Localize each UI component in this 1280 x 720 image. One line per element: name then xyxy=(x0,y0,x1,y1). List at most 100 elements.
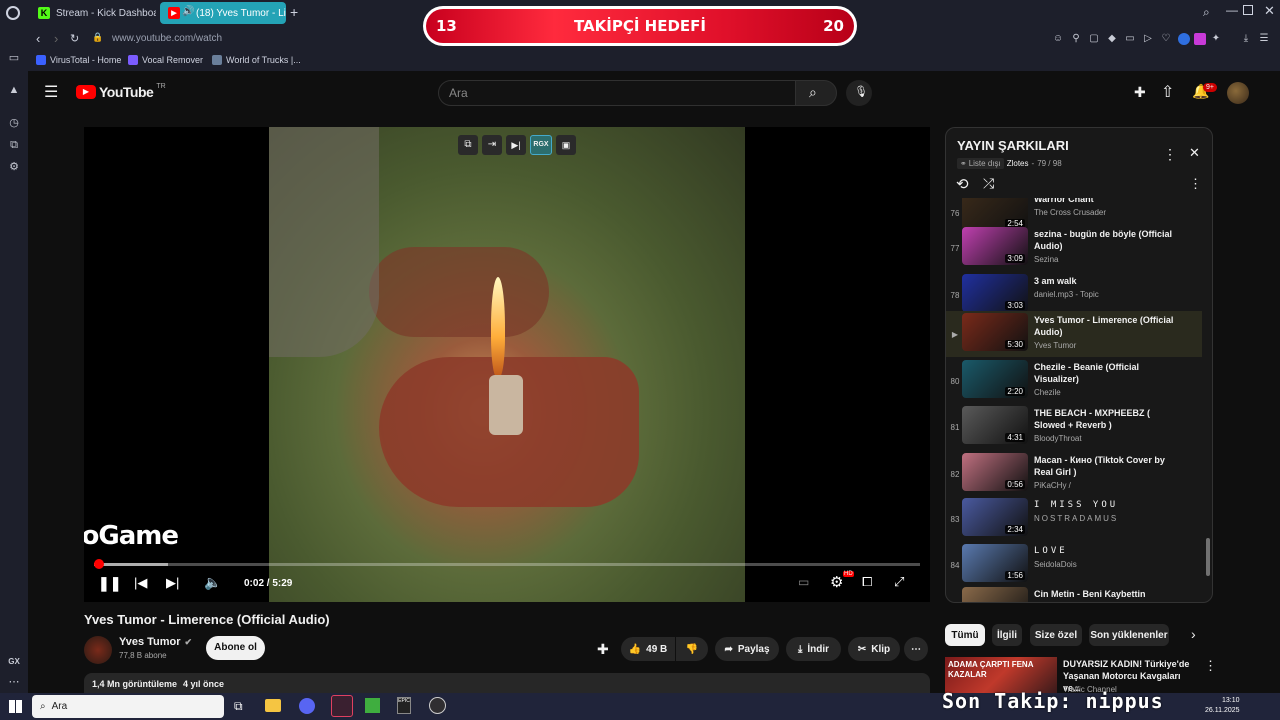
fullscreen-button[interactable]: ⤢ xyxy=(894,574,904,590)
playlist-item-channel[interactable]: Yves Tumor xyxy=(1034,341,1076,350)
playlist-item-channel[interactable]: Sezina xyxy=(1034,255,1058,264)
obs-icon[interactable] xyxy=(429,697,446,714)
chips-next-icon[interactable]: › xyxy=(1191,626,1196,642)
opera-gx-taskbar-icon[interactable] xyxy=(331,695,353,717)
taskbar-search[interactable]: ⌕ Ara xyxy=(32,695,224,718)
dislike-button[interactable]: 👎 xyxy=(676,637,708,661)
play-icon[interactable]: ▷ xyxy=(1142,33,1154,45)
playlist-item[interactable]: ▶ 5:30 Yves Tumor - Limerence (Official Au… xyxy=(946,311,1202,357)
playlist-item-thumbnail[interactable]: 0:56 xyxy=(962,453,1028,491)
camera-icon[interactable]: ▣ xyxy=(556,135,576,155)
recommended-thumbnail[interactable]: ADAMA ÇARPTI FENA KAZALAR xyxy=(945,657,1057,693)
playlist-item-title[interactable]: THE BEACH - MXPHEEBZ ( Slowed + Reverb ) xyxy=(1034,407,1174,431)
speaker-icon[interactable]: 🔊 xyxy=(182,6,194,17)
playlist-item[interactable]: 80 2:20 Chezile - Beanie (Official Visuali… xyxy=(946,358,1202,404)
enter-icon[interactable]: ⇥ xyxy=(482,135,502,155)
playlist-item-thumbnail[interactable]: 5:30 xyxy=(962,313,1028,351)
opera-gx-logo-icon[interactable] xyxy=(6,6,20,20)
settings-button[interactable]: ⚙ xyxy=(830,573,843,591)
playlist-item-title[interactable]: sezina - bugün de böyle (Official Audio) xyxy=(1034,228,1174,252)
playlist-item-title[interactable]: Warrior Chant xyxy=(1034,198,1174,205)
subscribe-button[interactable]: Abone ol xyxy=(206,636,265,660)
volume-button[interactable]: 🔈 xyxy=(204,574,221,591)
download-icon[interactable]: ▭ xyxy=(1124,33,1136,45)
extensions-icon[interactable]: ✦ xyxy=(1210,33,1222,45)
gx-label[interactable]: GX xyxy=(7,655,21,669)
playlist-item-thumbnail[interactable]: 4:31 xyxy=(962,406,1028,444)
playlist-item-thumbnail[interactable]: 3:09 xyxy=(962,227,1028,265)
share-button[interactable]: ➦ Paylaş xyxy=(715,637,779,661)
channel-name[interactable]: Yves Tumor ✔ xyxy=(119,636,192,648)
like-button[interactable]: 👍 49 B xyxy=(621,637,675,661)
bookmark-world-of-trucks[interactable]: World of Trucks |... xyxy=(212,55,301,65)
miniplayer-button[interactable]: ⧠ xyxy=(862,574,872,590)
extension-blue-icon[interactable] xyxy=(1178,33,1190,45)
close-button[interactable]: ✕ xyxy=(1264,3,1275,19)
playlist-item-thumbnail[interactable]: 2:20 xyxy=(962,360,1028,398)
heart-icon[interactable]: ♡ xyxy=(1160,33,1172,45)
recommended-menu-icon[interactable]: ⋮ xyxy=(1204,658,1217,674)
playlist-item[interactable]: 81 4:31 THE BEACH - MXPHEEBZ ( Slowed + Re… xyxy=(946,404,1202,450)
channel-avatar[interactable] xyxy=(84,636,112,664)
gx-control-icon[interactable]: ▲ xyxy=(7,83,21,97)
playlist-scrollbar[interactable] xyxy=(1206,538,1210,576)
tab-youtube[interactable]: ▶ 🔊 (18) Yves Tumor - Lim xyxy=(160,2,286,24)
file-explorer-icon[interactable] xyxy=(265,699,281,712)
forward-icon[interactable]: › xyxy=(54,31,58,46)
playlist-item-thumbnail[interactable]: 3:03 xyxy=(962,274,1028,312)
playlist-item[interactable]: Cin Metin - Beni Kaybettin xyxy=(946,585,1202,602)
clock[interactable]: 13:10 26.11.2025 xyxy=(1205,696,1240,716)
settings-icon[interactable]: ⚙ xyxy=(7,160,21,174)
snapshot-icon[interactable]: ▢ xyxy=(1088,33,1100,45)
downloads-icon[interactable]: ⤓ xyxy=(1240,33,1252,45)
easy-setup-icon[interactable]: ☰ xyxy=(1258,33,1270,45)
playlist-item-channel[interactable]: Chezile xyxy=(1034,388,1061,397)
messenger-icon[interactable]: ▭ xyxy=(7,51,21,65)
chip-related[interactable]: İlgili xyxy=(992,624,1022,646)
tab-kick-dashboard[interactable]: K Stream - Kick Dashboard xyxy=(30,2,156,24)
previous-button[interactable]: |◀ xyxy=(134,575,147,591)
description-box[interactable]: 1,4 Mn görüntüleme 4 yıl önce xyxy=(84,673,930,695)
voice-search-button[interactable]: 🎙 xyxy=(846,80,872,106)
playlist-title[interactable]: YAYIN ŞARKILARI xyxy=(957,138,1069,153)
playlist-item-title[interactable]: Yves Tumor - Limerence (Official Audio) xyxy=(1034,314,1174,338)
upload-icon[interactable]: ⇧ xyxy=(1161,82,1174,102)
loop-icon[interactable]: ⟲ xyxy=(956,175,969,193)
epic-games-icon[interactable]: EPIC xyxy=(397,697,411,714)
bookmark-vocal-remover[interactable]: Vocal Remover xyxy=(128,55,203,65)
playlist-item[interactable]: 82 0:56 Macan - Кино (Tiktok Cover by Real… xyxy=(946,451,1202,497)
subtitles-button[interactable]: ▭ xyxy=(798,575,809,589)
remix-icon[interactable]: ✚ xyxy=(597,641,609,658)
progress-bar[interactable] xyxy=(93,559,920,569)
playlist-item-title[interactable]: 3 am walk xyxy=(1034,275,1174,287)
playlist-close-icon[interactable]: ✕ xyxy=(1189,145,1200,161)
playlist-item-thumbnail[interactable]: 2:34 xyxy=(962,498,1028,536)
rgx-badge[interactable]: RGX xyxy=(530,135,552,155)
minimize-button[interactable]: — xyxy=(1226,3,1238,17)
new-tab-button[interactable]: + xyxy=(290,4,298,20)
menu-icon[interactable]: ☰ xyxy=(44,82,58,102)
back-icon[interactable]: ‹ xyxy=(36,31,40,46)
url-field[interactable]: www.youtube.com/watch xyxy=(112,33,222,44)
create-icon[interactable]: ✚ xyxy=(1134,84,1146,101)
download-button[interactable]: ⤓ İndir xyxy=(786,637,841,661)
playlist-item-channel[interactable]: NOSTRADAMUS xyxy=(1034,514,1118,523)
search-input[interactable]: Ara xyxy=(438,80,796,106)
playlist-item-channel[interactable]: BloodyThroat xyxy=(1034,434,1082,443)
playlist-item[interactable]: 84 1:56 LOVE SeidolaDois xyxy=(946,542,1202,588)
bookmark-virustotal[interactable]: VirusTotal - Home xyxy=(36,55,121,65)
video-player[interactable]: ⧉ ⇥ ▶| RGX ▣ ByNoGame ❚❚ |◀ ▶| 🔈 0:02 / … xyxy=(84,127,930,602)
scrubber-handle[interactable] xyxy=(93,559,104,569)
skip-icon[interactable]: ▶| xyxy=(506,135,526,155)
playlist-item-title[interactable]: I MISS YOU xyxy=(1034,499,1174,511)
playlist-options-icon[interactable]: ⋮ xyxy=(1189,176,1202,192)
task-view-icon[interactable]: ⧉ xyxy=(234,699,243,714)
playlist-item-channel[interactable]: SeidolaDois xyxy=(1034,560,1077,569)
search-button[interactable]: ⌕ xyxy=(795,80,837,106)
pin-icon[interactable]: ⚲ xyxy=(1070,33,1082,45)
playlist-item-title[interactable]: Cin Metin - Beni Kaybettin xyxy=(1034,588,1174,600)
chip-all[interactable]: Tümü xyxy=(945,624,985,646)
playlist-item[interactable]: 77 3:09 sezina - bugün de böyle (Official … xyxy=(946,225,1202,271)
youtube-logo[interactable]: ▶ YouTube TR xyxy=(76,83,166,100)
chip-for-you[interactable]: Size özel xyxy=(1030,624,1082,646)
